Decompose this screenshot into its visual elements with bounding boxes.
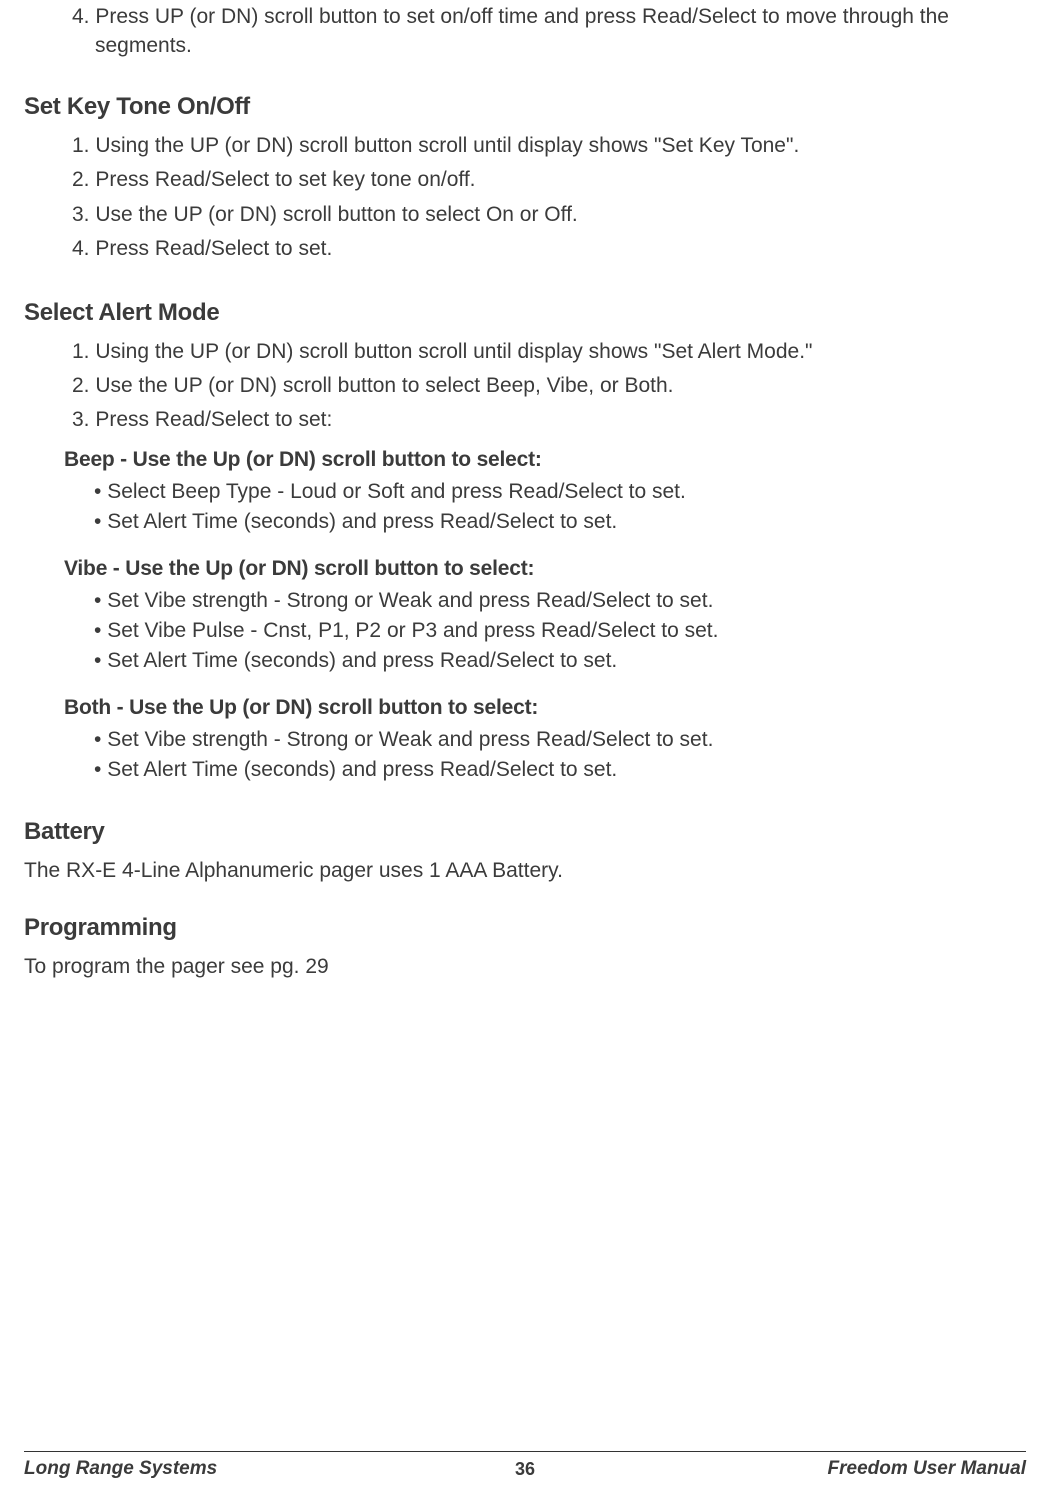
list-item: Set Alert Time (seconds) and press Read/… <box>94 508 1026 536</box>
heading-alert-mode: Select Alert Mode <box>24 299 1026 327</box>
both-bullets: Set Vibe strength - Strong or Weak and p… <box>94 726 1026 785</box>
list-item: Set Vibe strength - Strong or Weak and p… <box>94 587 1026 615</box>
list-item: Set Alert Time (seconds) and press Read/… <box>94 756 1026 784</box>
heading-battery: Battery <box>24 818 1026 846</box>
list-item: Select Beep Type - Loud or Soft and pres… <box>94 478 1026 506</box>
list-item: Set Vibe Pulse - Cnst, P1, P2 or P3 and … <box>94 617 1026 645</box>
subheading-beep: Beep - Use the Up (or DN) scroll button … <box>64 448 1026 472</box>
page-content: 4. Press UP (or DN) scroll button to set… <box>24 0 1026 981</box>
vibe-bullets: Set Vibe strength - Strong or Weak and p… <box>94 587 1026 676</box>
list-item: 4. Press Read/Select to set. <box>72 234 1026 264</box>
list-item: 3. Press Read/Select to set: <box>72 405 1026 435</box>
list-item: 2. Use the UP (or DN) scroll button to s… <box>72 371 1026 401</box>
footer-left: Long Range Systems <box>24 1458 217 1480</box>
heading-programming: Programming <box>24 914 1026 942</box>
battery-text: The RX-E 4-Line Alphanumeric pager uses … <box>24 856 1026 885</box>
section-key-tone: Set Key Tone On/Off 1. Using the UP (or … <box>24 93 1026 265</box>
list-item: Set Vibe strength - Strong or Weak and p… <box>94 726 1026 754</box>
list-item: 2. Press Read/Select to set key tone on/… <box>72 165 1026 195</box>
page-footer: Long Range Systems 36 Freedom User Manua… <box>24 1451 1026 1480</box>
list-item: 3. Use the UP (or DN) scroll button to s… <box>72 200 1026 230</box>
beep-bullets: Select Beep Type - Loud or Soft and pres… <box>94 478 1026 537</box>
footer-right: Freedom User Manual <box>828 1458 1027 1480</box>
list-item: 1. Using the UP (or DN) scroll button sc… <box>72 337 1026 367</box>
footer-page-number: 36 <box>515 1459 535 1480</box>
section-programming: Programming To program the pager see pg.… <box>24 914 1026 981</box>
orphan-step-4: 4. Press UP (or DN) scroll button to set… <box>72 2 1026 61</box>
list-item: 1. Using the UP (or DN) scroll button sc… <box>72 131 1026 161</box>
section-alert-mode: Select Alert Mode 1. Using the UP (or DN… <box>24 299 1026 785</box>
subheading-both: Both - Use the Up (or DN) scroll button … <box>64 696 1026 720</box>
programming-text: To program the pager see pg. 29 <box>24 952 1026 981</box>
section-battery: Battery The RX-E 4-Line Alphanumeric pag… <box>24 818 1026 885</box>
subheading-vibe: Vibe - Use the Up (or DN) scroll button … <box>64 557 1026 581</box>
alert-mode-steps: 1. Using the UP (or DN) scroll button sc… <box>72 337 1026 436</box>
heading-key-tone: Set Key Tone On/Off <box>24 93 1026 121</box>
list-item: Set Alert Time (seconds) and press Read/… <box>94 647 1026 675</box>
key-tone-steps: 1. Using the UP (or DN) scroll button sc… <box>72 131 1026 265</box>
